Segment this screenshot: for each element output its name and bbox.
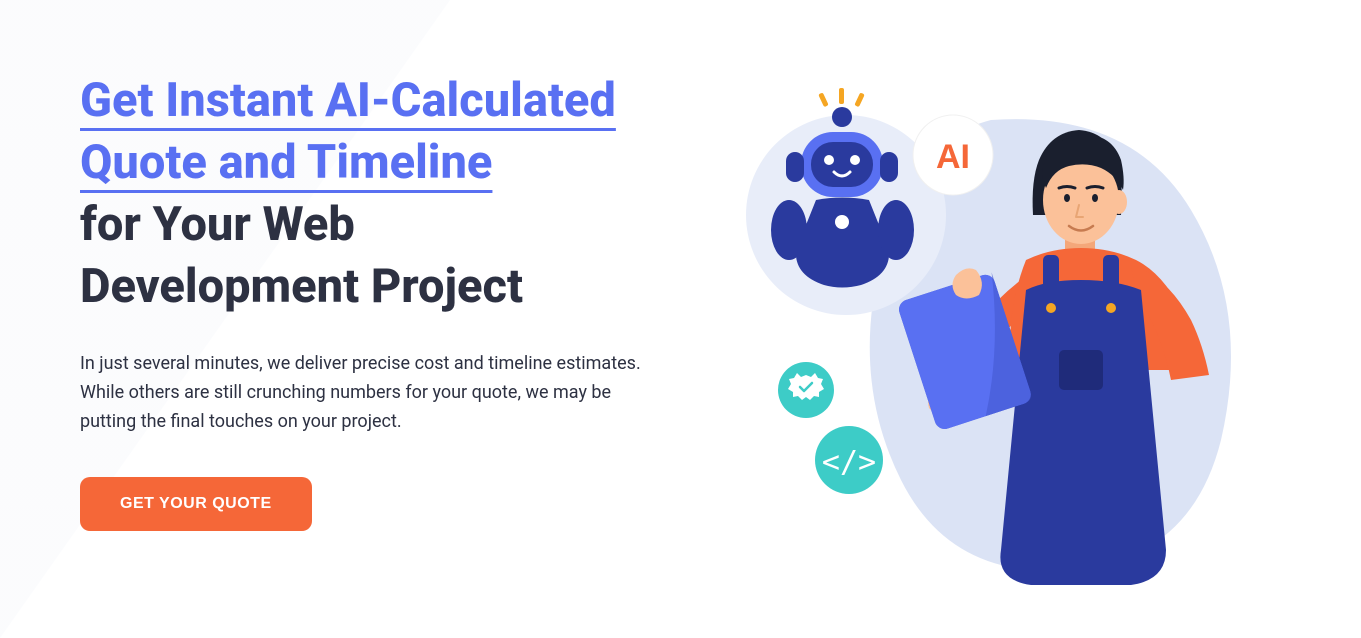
overalls-button-left <box>1046 303 1056 313</box>
overalls-strap-left <box>1043 255 1059 305</box>
hero-illustration-container: AI </> <box>711 70 1282 590</box>
hero-heading: Get Instant AI-Calculated Quote and Time… <box>80 70 651 318</box>
get-quote-button[interactable]: GET YOUR QUOTE <box>80 477 312 531</box>
heading-highlight-1: Get Instant AI-Calculated <box>80 73 616 128</box>
hero-content: Get Instant AI-Calculated Quote and Time… <box>80 70 651 590</box>
hero-description: In just several minutes, we deliver prec… <box>80 350 651 436</box>
person-eye-right <box>1092 194 1098 202</box>
robot-chest-dot <box>835 215 849 229</box>
hero-section: Get Instant AI-Calculated Quote and Time… <box>0 0 1361 630</box>
hero-illustration: AI </> <box>711 60 1261 600</box>
person-eyebrow-left <box>1059 187 1075 189</box>
person-eye-left <box>1064 194 1070 202</box>
overalls-button-right <box>1106 303 1116 313</box>
robot-eye-right <box>850 155 860 165</box>
overalls-strap-right <box>1103 255 1119 305</box>
robot-spark-1 <box>839 88 844 104</box>
heading-highlight-2: Quote and Timeline <box>80 135 492 190</box>
robot-arm-left <box>771 200 807 260</box>
ai-badge-text: AI <box>936 138 970 176</box>
person-overalls <box>1000 280 1166 585</box>
heading-dark-1: for Your Web <box>80 197 355 252</box>
robot-spark-2 <box>818 92 828 107</box>
person-ear <box>1111 190 1127 214</box>
robot-spark-3 <box>854 92 864 107</box>
overalls-pocket <box>1059 350 1103 390</box>
robot-face <box>811 142 873 187</box>
robot-ear-left <box>786 152 804 182</box>
robot-antenna-bulb <box>832 107 852 127</box>
robot-arm-right <box>878 200 914 260</box>
robot-ear-right <box>880 152 898 182</box>
heading-dark-2: Development Project <box>80 259 523 314</box>
person-eyebrow-right <box>1087 187 1103 189</box>
robot-eye-left <box>824 155 834 165</box>
code-badge-icon: </> <box>821 445 875 480</box>
